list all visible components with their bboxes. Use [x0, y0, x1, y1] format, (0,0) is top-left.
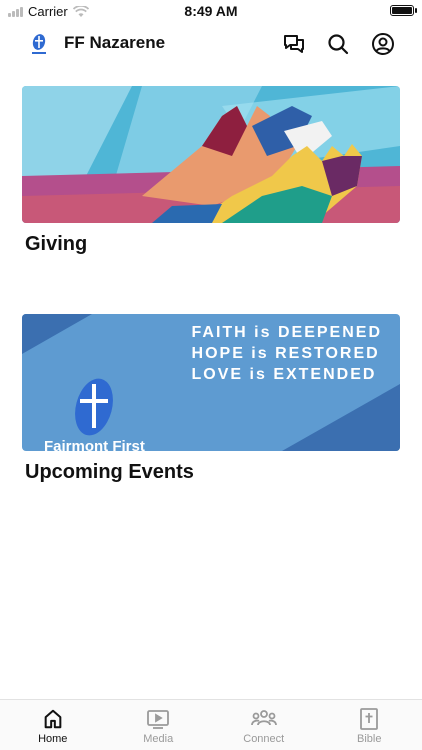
- tab-media[interactable]: Media: [106, 700, 212, 750]
- account-icon[interactable]: [370, 31, 396, 57]
- giving-card[interactable]: Giving: [22, 86, 400, 256]
- home-icon: [44, 709, 62, 729]
- slogan-line: FAITH is DEEPENED: [191, 324, 382, 341]
- events-card[interactable]: FAITH is DEEPENED HOPE is RESTORED LOVE …: [22, 314, 400, 484]
- giving-label: Giving: [25, 233, 88, 255]
- play-icon: [147, 710, 170, 729]
- slogan-line: LOVE is EXTENDED: [191, 366, 377, 383]
- tab-label: Media: [143, 733, 174, 745]
- tab-bible[interactable]: Bible: [317, 700, 422, 750]
- tab-label: Bible: [357, 733, 382, 745]
- tab-label: Home: [38, 733, 68, 745]
- church-cross-logo-icon: [75, 378, 113, 436]
- app-title: FF Nazarene: [64, 33, 166, 52]
- events-image: FAITH is DEEPENED HOPE is RESTORED LOVE …: [22, 314, 400, 451]
- events-slogan: FAITH is DEEPENED HOPE is RESTORED LOVE …: [192, 322, 382, 385]
- church-cross-logo-icon[interactable]: [26, 31, 52, 57]
- giving-image: [22, 86, 400, 223]
- bible-icon: [360, 708, 379, 730]
- people-icon: [250, 710, 277, 726]
- battery-icon: [390, 5, 417, 16]
- tab-home[interactable]: Home: [0, 700, 106, 750]
- chat-icon[interactable]: [281, 31, 307, 57]
- events-caption: Fairmont First: [44, 438, 145, 451]
- status-time: 8:49 AM: [184, 3, 238, 19]
- tab-bar: Home Media Connect Bible: [0, 699, 422, 750]
- tab-label: Connect: [243, 733, 285, 745]
- slogan-line: HOPE is RESTORED: [191, 345, 380, 362]
- status-bar: Carrier 8:49 AM: [0, 0, 422, 22]
- events-label: Upcoming Events: [25, 461, 194, 483]
- tab-connect[interactable]: Connect: [211, 700, 317, 750]
- app-header: FF Nazarene: [0, 24, 422, 64]
- search-icon[interactable]: [325, 31, 351, 57]
